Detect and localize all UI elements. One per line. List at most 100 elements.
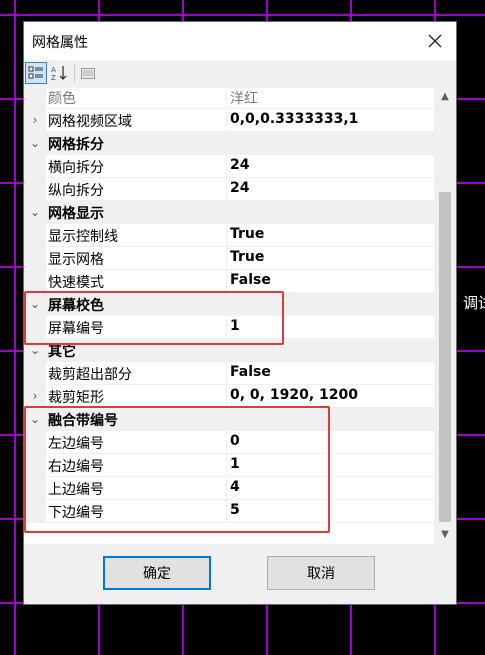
category-row[interactable]: ⌄ 网格拆分 [24, 132, 434, 155]
expand-chevron-icon[interactable]: › [29, 389, 41, 403]
category-label: 其它 [48, 344, 76, 360]
column-divider [226, 155, 227, 178]
property-name: 上边编号 [48, 482, 104, 498]
collapse-chevron-icon[interactable]: ⌄ [29, 412, 41, 426]
row-gutter [24, 270, 46, 293]
row-gutter [24, 316, 46, 339]
property-row[interactable]: 显示控制线 True [24, 224, 434, 247]
toolbar-separator [74, 64, 75, 82]
property-value[interactable]: 1 [230, 456, 240, 472]
collapse-chevron-icon[interactable]: ⌄ [29, 297, 41, 311]
sort-az-icon: A Z [51, 66, 67, 82]
property-value[interactable]: 24 [230, 180, 249, 196]
column-divider [226, 454, 227, 477]
property-value[interactable]: 5 [230, 502, 240, 518]
ok-button[interactable]: 确定 [103, 556, 211, 590]
property-value[interactable]: False [230, 272, 271, 288]
column-divider [226, 316, 227, 339]
collapse-chevron-icon[interactable]: ⌄ [29, 205, 41, 219]
category-label: 屏幕校色 [48, 298, 104, 314]
row-gutter [24, 362, 46, 385]
property-name: 网格视频区域 [48, 114, 132, 130]
column-divider [226, 178, 227, 201]
property-grid: 颜色 洋红 › 网格视频区域 0,0,0.3333333,1 ⌄ 网格拆分 横向拆分 24 纵向拆… [24, 88, 456, 544]
property-row[interactable]: 显示网格 True [24, 247, 434, 270]
row-gutter [24, 477, 46, 500]
property-pages-button[interactable] [77, 62, 99, 84]
property-row[interactable]: 下边编号 5 [24, 500, 434, 523]
dialog-footer: 确定 取消 [24, 544, 456, 604]
property-value[interactable]: True [230, 226, 264, 242]
category-row[interactable]: ⌄ 融合带编号 [24, 408, 434, 431]
property-toolbar: A Z [24, 60, 456, 86]
property-row[interactable]: 右边编号 1 [24, 454, 434, 477]
row-separator [46, 522, 434, 523]
cancel-button[interactable]: 取消 [267, 556, 375, 590]
property-value[interactable]: 1 [230, 318, 240, 334]
category-row[interactable]: ⌄ 屏幕校色 [24, 293, 434, 316]
column-divider [226, 385, 227, 408]
scroll-down-icon[interactable]: ▼ [438, 528, 452, 542]
property-name: 屏幕编号 [48, 321, 104, 337]
property-row[interactable]: › 网格视频区域 0,0,0.3333333,1 [24, 109, 434, 132]
property-value[interactable]: True [230, 249, 264, 265]
property-value[interactable]: 24 [230, 157, 249, 173]
property-name: 纵向拆分 [48, 183, 104, 199]
property-value[interactable]: 0, 0, 1920, 1200 [230, 387, 358, 403]
property-value[interactable]: 0,0,0.3333333,1 [230, 111, 358, 127]
close-icon [428, 34, 442, 48]
property-name: 显示网格 [48, 252, 104, 268]
property-value[interactable]: 洋红 [230, 88, 258, 108]
property-name: 颜色 [48, 91, 76, 107]
property-row[interactable]: 快速模式 False [24, 270, 434, 293]
row-gutter [24, 431, 46, 454]
property-name: 左边编号 [48, 436, 104, 452]
svg-text:Z: Z [51, 74, 56, 82]
row-gutter [24, 155, 46, 178]
svg-text:A: A [51, 66, 56, 74]
property-name: 裁剪矩形 [48, 390, 104, 406]
property-row[interactable]: 横向拆分 24 [24, 155, 434, 178]
row-gutter [24, 454, 46, 477]
categorized-button[interactable] [25, 62, 47, 84]
expand-chevron-icon[interactable]: › [29, 113, 41, 127]
category-row[interactable]: ⌄ 网格显示 [24, 201, 434, 224]
category-row[interactable]: ⌄ 其它 [24, 339, 434, 362]
property-row[interactable]: › 裁剪矩形 0, 0, 1920, 1200 [24, 385, 434, 408]
property-value[interactable]: False [230, 364, 271, 380]
property-value[interactable]: 0 [230, 433, 240, 449]
title-bar: 网格属性 [24, 22, 456, 60]
property-name: 裁剪超出部分 [48, 367, 132, 383]
property-row[interactable]: 上边编号 4 [24, 477, 434, 500]
property-name: 快速模式 [48, 275, 104, 291]
collapse-chevron-icon[interactable]: ⌄ [29, 136, 41, 150]
column-divider [226, 88, 227, 109]
property-name: 下边编号 [48, 505, 104, 521]
close-button[interactable] [422, 28, 448, 54]
column-divider [226, 431, 227, 454]
collapse-chevron-icon[interactable]: ⌄ [29, 343, 41, 357]
category-label: 网格显示 [48, 206, 104, 222]
property-pages-icon [81, 68, 95, 79]
property-value[interactable]: 4 [230, 479, 240, 495]
property-name: 右边编号 [48, 459, 104, 475]
vertical-scrollbar[interactable]: ▲ ▼ [434, 88, 456, 544]
category-label: 融合带编号 [48, 413, 118, 429]
property-row[interactable]: 纵向拆分 24 [24, 178, 434, 201]
background-label: 调试 [463, 294, 485, 312]
column-divider [226, 224, 227, 247]
row-gutter [24, 247, 46, 270]
property-row[interactable]: 颜色 洋红 [24, 88, 434, 109]
column-divider [226, 109, 227, 132]
row-gutter [24, 500, 46, 523]
alphabetical-button[interactable]: A Z [48, 62, 70, 84]
column-divider [226, 477, 227, 500]
column-divider [226, 362, 227, 385]
scrollbar-thumb[interactable] [439, 192, 451, 522]
property-row[interactable]: 左边编号 0 [24, 431, 434, 454]
dialog-title: 网格属性 [32, 35, 88, 51]
scroll-up-icon[interactable]: ▲ [438, 90, 452, 104]
property-name: 显示控制线 [48, 229, 118, 245]
property-row[interactable]: 屏幕编号 1 [24, 316, 434, 339]
property-row[interactable]: 裁剪超出部分 False [24, 362, 434, 385]
